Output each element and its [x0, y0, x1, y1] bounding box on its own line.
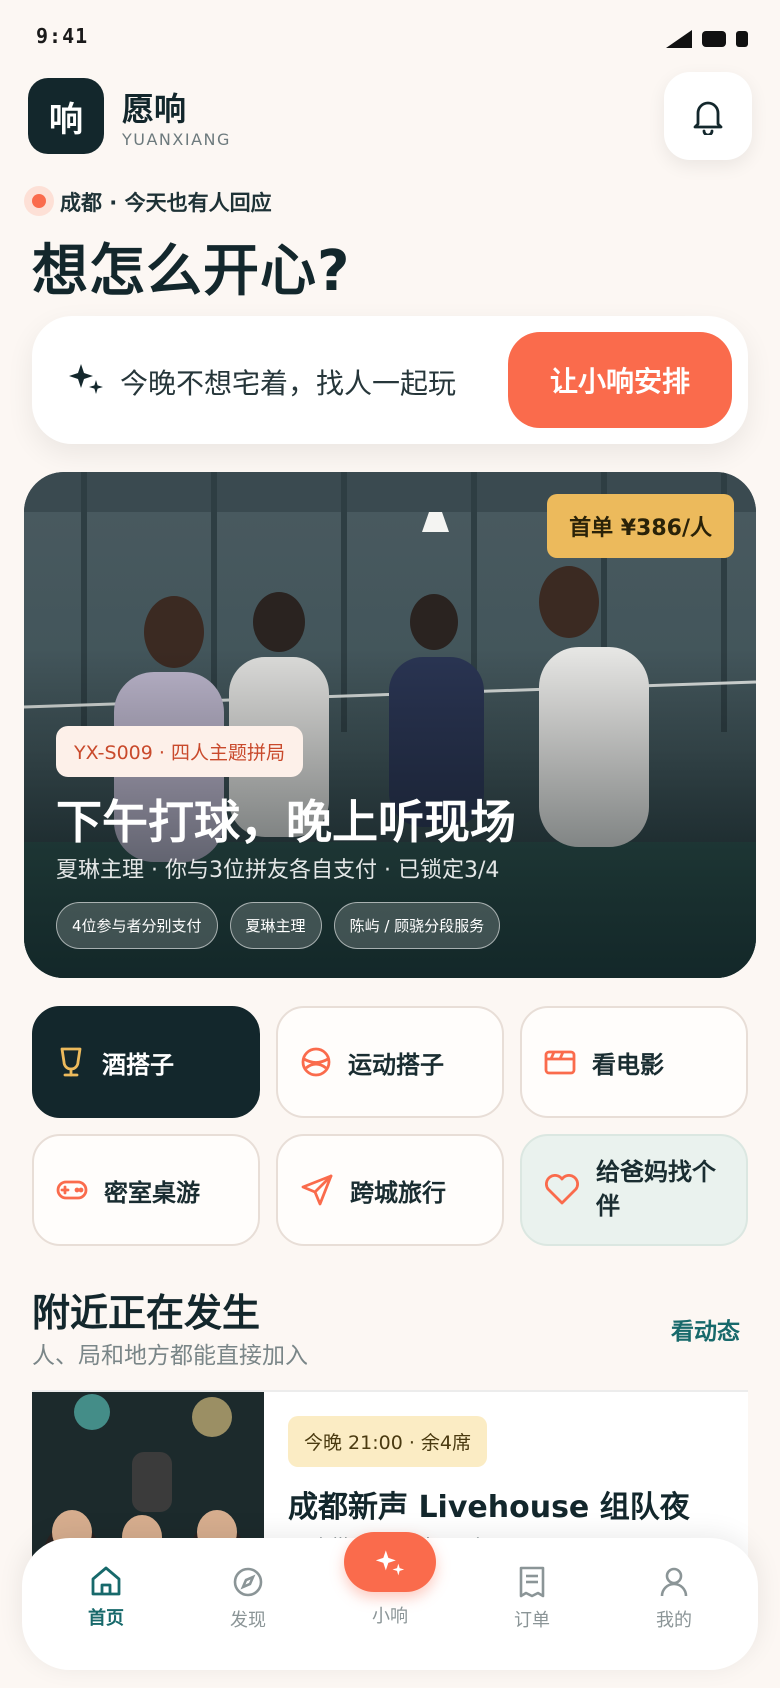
hero-chip: 夏琳主理 [229, 902, 322, 949]
user-icon [660, 1567, 688, 1597]
event-title: 成都新声 Livehouse 组队夜 [288, 1490, 690, 1525]
nav-label: 首页 [88, 1608, 124, 1629]
category-sports[interactable]: 运动搭子 [276, 1006, 504, 1118]
category-label: 看电影 [592, 1050, 664, 1079]
compass-icon [233, 1567, 263, 1597]
category-label: 运动搭子 [348, 1050, 444, 1079]
trophy-icon [60, 1047, 82, 1077]
category-label: 密室桌游 [104, 1178, 200, 1207]
search-prompt[interactable]: 今晚不想宅着，找人一起玩 [120, 362, 456, 402]
brand-subtitle: YUANXIANG [122, 130, 231, 149]
event-tag: 今晚 21:00 · 余4席 [288, 1416, 488, 1467]
arrange-button[interactable]: 让小响安排 [508, 332, 732, 428]
location-text: 成都 · 今天也有人回应 [60, 191, 272, 215]
nav-label: 我的 [656, 1610, 692, 1631]
category-label: 给爸妈找个伴 [596, 1158, 716, 1220]
hero-chip: 4位参与者分别支付 [56, 902, 218, 949]
hero-chip: 陈屿 / 顾骁分段服务 [333, 902, 501, 949]
sparkle-icon [69, 364, 103, 394]
nav-discover[interactable]: 发现 [198, 1566, 298, 1632]
heart-icon [545, 1174, 579, 1205]
category-label: 酒搭子 [102, 1050, 174, 1079]
sparkle-icon [375, 1550, 405, 1576]
nav-home[interactable]: 首页 [56, 1566, 156, 1630]
gamepad-icon [56, 1180, 88, 1200]
nav-label: 发现 [230, 1610, 266, 1631]
send-icon [301, 1174, 333, 1206]
location-dot [24, 186, 54, 216]
nav-orders[interactable]: 订单 [482, 1566, 582, 1632]
ball-icon [301, 1047, 331, 1077]
category-label: 跨城旅行 [350, 1178, 446, 1207]
nav-assistant-label: 小响 [372, 1606, 408, 1627]
page-title: 想怎么开心? [32, 239, 351, 304]
wifi-icon [702, 31, 726, 47]
category-movies[interactable]: 看电影 [520, 1006, 748, 1118]
category-travel[interactable]: 跨城旅行 [276, 1134, 504, 1246]
bell-icon [693, 101, 723, 135]
category-escape-room[interactable]: 密室桌游 [32, 1134, 260, 1246]
notification-button[interactable] [664, 72, 752, 160]
price-tag: 首单 ¥386/人 [547, 494, 734, 558]
hero-badge: YX-S009 · 四人主题拼局 [56, 726, 303, 777]
section-title: 附近正在发生 [32, 1291, 261, 1335]
category-parents[interactable]: 给爸妈找个伴 [520, 1134, 748, 1246]
app-logo: 响 [28, 78, 104, 154]
clapper-icon [544, 1050, 576, 1075]
hero-subtitle: 夏琳主理 · 你与3位拼友各自支付 · 已锁定3/4 [56, 858, 500, 883]
hero-title: 下午打球，晚上听现场 [56, 795, 516, 849]
signal-icon [666, 30, 692, 48]
home-icon [91, 1566, 121, 1596]
category-drinks[interactable]: 酒搭子 [32, 1006, 260, 1118]
status-time: 9:41 [36, 24, 89, 48]
battery-icon [736, 31, 748, 47]
section-subtitle: 人、局和地方都能直接加入 [32, 1343, 308, 1369]
see-feed-link[interactable]: 看动态 [671, 1312, 740, 1346]
hero-card[interactable]: 首单 ¥386/人 YX-S009 · 四人主题拼局 下午打球，晚上听现场 夏琳… [24, 472, 756, 978]
status-icons [666, 30, 748, 48]
nav-assistant-button[interactable] [344, 1532, 436, 1592]
nav-label: 订单 [514, 1610, 550, 1631]
hero-chips: 4位参与者分别支付 夏琳主理 陈屿 / 顾骁分段服务 [56, 902, 501, 949]
brand-name: 愿响 [122, 90, 187, 128]
receipt-icon [519, 1566, 545, 1598]
nav-me[interactable]: 我的 [624, 1566, 724, 1632]
